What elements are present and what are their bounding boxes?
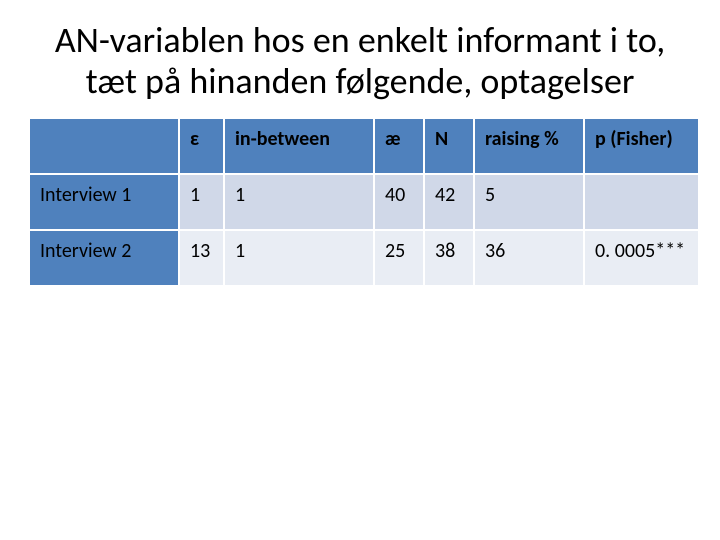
col-header-epsilon: ε <box>179 118 224 174</box>
cell: 38 <box>424 230 474 286</box>
cell: 42 <box>424 174 474 230</box>
row-label: Interview 2 <box>29 230 179 286</box>
table-row: Interview 2 13 1 25 38 36 0. 0005*** <box>29 230 699 286</box>
col-header-blank <box>29 118 179 174</box>
table-header-row: ε in-between æ N raising % p (Fisher) <box>29 118 699 174</box>
cell: 13 <box>179 230 224 286</box>
col-header-raising: raising % <box>474 118 584 174</box>
cell: 1 <box>224 230 374 286</box>
col-header-n: N <box>424 118 474 174</box>
row-label: Interview 1 <box>29 174 179 230</box>
title-band: AN-variablen hos en enkelt informant i t… <box>28 18 692 103</box>
cell: 0. 0005*** <box>584 230 699 286</box>
slide-title: AN-variablen hos en enkelt informant i t… <box>28 18 692 103</box>
col-header-inbetween: in-between <box>224 118 374 174</box>
data-table: ε in-between æ N raising % p (Fisher) In… <box>28 117 700 287</box>
col-header-p: p (Fisher) <box>584 118 699 174</box>
cell: 40 <box>374 174 424 230</box>
cell <box>584 174 699 230</box>
table-row: Interview 1 1 1 40 42 5 <box>29 174 699 230</box>
cell: 25 <box>374 230 424 286</box>
cell: 1 <box>179 174 224 230</box>
cell: 36 <box>474 230 584 286</box>
cell: 1 <box>224 174 374 230</box>
cell: 5 <box>474 174 584 230</box>
col-header-ae: æ <box>374 118 424 174</box>
slide: AN-variablen hos en enkelt informant i t… <box>0 0 720 540</box>
